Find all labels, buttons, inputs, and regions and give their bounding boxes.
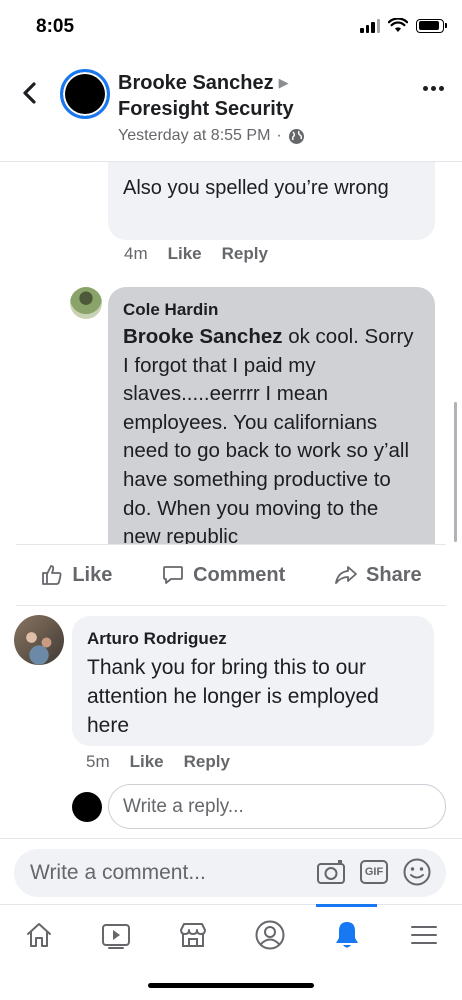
notifications-icon — [335, 921, 358, 947]
post-action-bar: Like Comment Share — [16, 544, 446, 606]
menu-icon — [410, 925, 437, 944]
author-name-text[interactable]: Brooke Sanchez — [118, 72, 274, 94]
page-name[interactable]: Foresight Security — [118, 96, 305, 122]
scrollbar[interactable] — [454, 402, 457, 542]
emoji-icon[interactable] — [402, 857, 432, 887]
video-icon — [101, 923, 130, 949]
comment-body: ok cool. Sorry I forgot that I paid my s… — [123, 325, 414, 544]
share-icon — [335, 566, 357, 584]
signal-icon — [360, 18, 380, 33]
share-button[interactable]: Share — [334, 563, 422, 587]
post-header: Brooke Sanchez ▶ Foresight Security Yeste… — [0, 56, 462, 162]
arrow-right-icon: ▶ — [278, 75, 289, 90]
author-name[interactable]: Brooke Sanchez ▶ — [118, 70, 305, 96]
like-label: Like — [72, 563, 113, 586]
comment-like-button[interactable]: Like — [130, 752, 164, 772]
comment-bubble[interactable]: Arturo Rodriguez Thank you for bring thi… — [72, 616, 434, 746]
comment-composer-bar: Write a comment... GIF — [0, 838, 462, 904]
nav-marketplace[interactable] — [154, 905, 231, 964]
status-icons — [360, 18, 447, 33]
comment-text: Brooke Sanchez ok cool. Sorry I forgot t… — [123, 323, 420, 544]
commenter-avatar[interactable] — [14, 615, 64, 665]
page-avatar[interactable] — [60, 69, 110, 119]
post-timestamp[interactable]: Yesterday at 8:55 PM — [118, 124, 270, 148]
nav-menu[interactable] — [385, 905, 462, 964]
more-options-icon[interactable] — [423, 86, 444, 91]
comment-time: 5m — [86, 752, 110, 771]
share-label: Share — [366, 563, 422, 586]
home-icon — [26, 922, 51, 947]
reply-placeholder: Write a reply... — [123, 795, 244, 817]
user-avatar — [72, 792, 102, 822]
battery-icon — [416, 18, 447, 33]
composer-icons: GIF — [316, 857, 432, 887]
comment-time: 4m — [124, 244, 148, 263]
thumbs-up-icon — [42, 565, 62, 585]
header-text: Brooke Sanchez ▶ Foresight Security Yeste… — [118, 70, 305, 148]
comment-actions: 5m Like Reply — [86, 752, 230, 772]
back-button[interactable] — [16, 78, 44, 108]
home-indicator[interactable] — [148, 983, 314, 988]
comment-reply-button[interactable]: Reply — [184, 752, 230, 772]
wifi-icon — [388, 18, 408, 32]
comment-input[interactable]: Write a comment... GIF — [14, 849, 446, 897]
comment-like-button[interactable]: Like — [168, 244, 202, 264]
like-button[interactable]: Like — [40, 563, 112, 587]
comment-actions: 4m Like Reply — [124, 244, 268, 264]
meta-separator: · — [276, 127, 282, 144]
comment-placeholder: Write a comment... — [30, 861, 206, 884]
comments-list[interactable]: Also you spelled you’re wrong 4m Like Re… — [0, 162, 462, 544]
comment-bubble-highlighted[interactable]: Cole Hardin Brooke Sanchez ok cool. Sorr… — [108, 287, 435, 544]
comment-text: Thank you for bring this to our attentio… — [87, 656, 379, 737]
comment-label: Comment — [193, 563, 286, 586]
nav-notifications[interactable] — [308, 904, 385, 964]
profile-icon — [255, 920, 284, 949]
commenter-avatar[interactable] — [70, 287, 102, 319]
nav-home[interactable] — [0, 905, 77, 964]
post-meta: Yesterday at 8:55 PM · — [118, 124, 305, 148]
mention-link[interactable]: Brooke Sanchez — [123, 325, 283, 348]
comment-reply-button[interactable]: Reply — [222, 244, 268, 264]
comment-bubble[interactable]: Also you spelled you’re wrong — [108, 162, 435, 240]
comment-icon — [163, 566, 183, 584]
marketplace-icon — [179, 922, 206, 947]
gif-button[interactable]: GIF — [360, 860, 388, 884]
nav-video[interactable] — [77, 905, 154, 964]
comment-button[interactable]: Comment — [161, 563, 285, 587]
camera-icon[interactable] — [316, 858, 346, 886]
comment-text: Also you spelled you’re wrong — [123, 177, 389, 199]
status-bar: 8:05 — [0, 0, 462, 56]
status-time: 8:05 — [36, 16, 75, 37]
comment-author[interactable]: Cole Hardin — [123, 299, 420, 321]
bottom-navigation — [0, 904, 462, 964]
reply-input[interactable]: Write a reply... — [108, 784, 446, 829]
nav-profile[interactable] — [231, 905, 308, 964]
comment-author[interactable]: Arturo Rodriguez — [87, 628, 419, 650]
globe-icon — [288, 128, 304, 144]
